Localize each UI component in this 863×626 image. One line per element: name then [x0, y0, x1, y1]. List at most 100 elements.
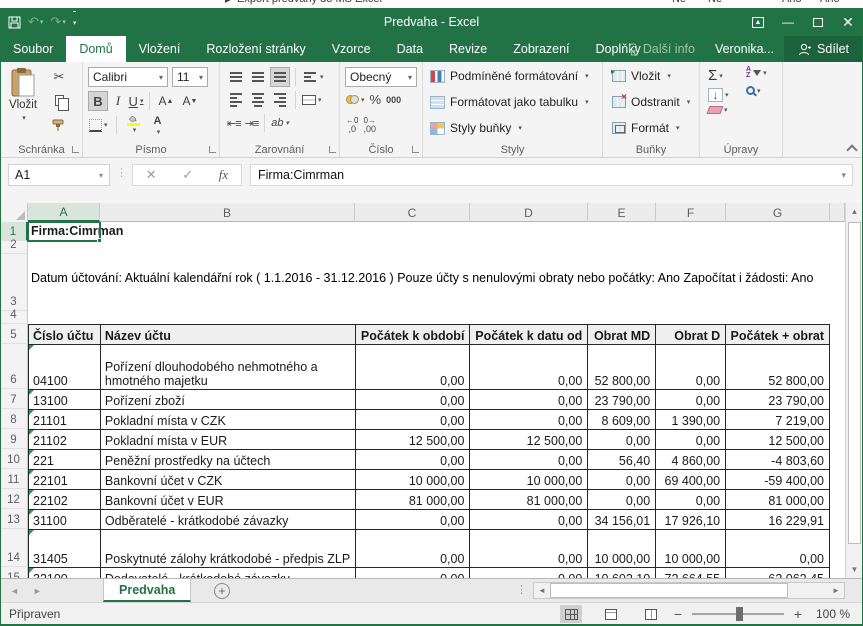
font-color-button[interactable]: A — [148, 115, 168, 135]
cell-pocatek-plus-obrat[interactable]: 0,00 — [726, 530, 830, 568]
number-format-select[interactable]: Obecný — [345, 67, 417, 87]
cell-pocatek-k-obdobi[interactable]: 10 000,00 — [356, 470, 471, 490]
cell-pocatek-k-datu-od[interactable]: 0,00 — [470, 530, 588, 568]
tell-me-button[interactable]: Další info — [618, 42, 705, 56]
align-center-icon[interactable] — [248, 90, 268, 110]
cell-account-name[interactable]: Poskytnuté zálohy krátkodobé - předpis Z… — [101, 530, 356, 568]
column-header-b[interactable]: B — [100, 203, 355, 222]
cell-pocatek-k-obdobi[interactable]: 0,00 — [356, 345, 471, 390]
number-dialog-launcher[interactable] — [412, 146, 419, 153]
align-right-icon[interactable] — [270, 90, 290, 110]
scroll-right-icon[interactable]: ► — [828, 583, 844, 598]
accounting-format-icon[interactable] — [345, 94, 366, 105]
zoom-in-button[interactable]: + — [792, 606, 804, 622]
paste-dropdown[interactable] — [20, 111, 26, 123]
cell-obrat-d[interactable]: 10 000,00 — [656, 530, 726, 568]
ribbon-display-options-button[interactable]: ▲ — [743, 8, 773, 36]
cell-pocatek-plus-obrat[interactable]: 52 800,00 — [726, 345, 830, 390]
cell-obrat-d[interactable]: 0,00 — [656, 430, 726, 450]
cell-pocatek-k-obdobi[interactable]: 0,00 — [356, 568, 471, 578]
row-header-15[interactable]: 15 — [0, 567, 28, 578]
decrease-decimal-icon[interactable]: 0→,00 — [362, 115, 377, 135]
row-header-4[interactable]: 4 — [0, 311, 28, 324]
cell-pocatek-plus-obrat[interactable]: 7 219,00 — [726, 410, 830, 430]
maximize-button[interactable] — [803, 8, 833, 36]
cell-styles-button[interactable]: Styly buňky — [426, 119, 526, 137]
cell-account-number[interactable]: 221 — [29, 450, 101, 470]
cell-account-name[interactable]: Odběratelé - krátkodobé závazky — [101, 510, 356, 530]
cell-obrat-md[interactable]: 0,00 — [588, 430, 656, 450]
clipboard-dialog-launcher[interactable] — [72, 146, 79, 153]
percent-style-button[interactable]: % — [369, 91, 383, 108]
row-header-11[interactable]: 11 — [0, 469, 28, 489]
cell-pocatek-k-obdobi[interactable]: 12 500,00 — [356, 430, 471, 450]
cell-pocatek-k-datu-od[interactable]: 0,00 — [470, 510, 588, 530]
grow-font-button[interactable]: A▲ — [155, 91, 177, 111]
header-cislo-uctu[interactable]: Číslo účtu — [29, 325, 101, 345]
horizontal-scrollbar[interactable]: ◄ ► — [533, 582, 845, 599]
cell-account-number[interactable]: 21101 — [29, 410, 101, 430]
cell-obrat-d[interactable]: 72 664,55 — [656, 568, 726, 578]
header-pocatek-plus-obrat[interactable]: Počátek + obrat — [726, 325, 830, 345]
cell-pocatek-k-obdobi[interactable]: 0,00 — [356, 390, 471, 410]
copy-button[interactable] — [47, 90, 71, 111]
bold-button[interactable]: B — [88, 91, 108, 111]
name-box[interactable]: A1 — [8, 164, 110, 186]
tab-zobrazeni[interactable]: Zobrazení — [500, 36, 582, 62]
row-header-7[interactable]: 7 — [0, 389, 28, 409]
close-button[interactable]: ✕ — [833, 8, 863, 36]
cell-obrat-md[interactable]: 56,40 — [588, 450, 656, 470]
tab-revize[interactable]: Revize — [436, 36, 500, 62]
sheet-tab-predvaha[interactable]: Predvaha — [103, 579, 191, 602]
cell-account-number[interactable]: 13100 — [29, 390, 101, 410]
shrink-font-button[interactable]: A▼ — [179, 91, 201, 111]
insert-function-icon[interactable]: fx — [219, 167, 228, 183]
cancel-icon[interactable]: ✕ — [146, 167, 157, 183]
row-header-9[interactable]: 9 — [0, 429, 28, 449]
cell-account-number[interactable]: 32100 — [29, 568, 101, 578]
tab-soubor[interactable]: Soubor — [0, 36, 66, 62]
cell-account-name[interactable]: Dodavatelé - krátkodobé závazky — [101, 568, 356, 578]
header-nazev-uctu[interactable]: Název účtu — [101, 325, 356, 345]
tab-vzorce[interactable]: Vzorce — [319, 36, 384, 62]
cell-pocatek-k-obdobi[interactable]: 0,00 — [356, 410, 471, 430]
cell-account-name[interactable]: Peněžní prostředky na účtech — [101, 450, 356, 470]
cell-account-name[interactable]: Bankovní účet v EUR — [101, 490, 356, 510]
cell-obrat-md[interactable]: 0,00 — [588, 490, 656, 510]
cut-button[interactable]: ✂ — [47, 66, 71, 87]
cell-pocatek-k-obdobi[interactable]: 0,00 — [356, 450, 471, 470]
scroll-up-icon[interactable]: ▲ — [846, 203, 863, 220]
cell-account-number[interactable]: 22101 — [29, 470, 101, 490]
format-as-table-button[interactable]: Formátovat jako tabulku — [426, 93, 593, 111]
cell-pocatek-plus-obrat[interactable]: 16 229,91 — [726, 510, 830, 530]
cell-account-number[interactable]: 04100 — [29, 345, 101, 390]
vertical-scrollbar[interactable]: ▲ ▼ — [845, 203, 863, 578]
merge-center-icon[interactable] — [301, 94, 323, 106]
cell-pocatek-k-datu-od[interactable]: 12 500,00 — [470, 430, 588, 450]
delete-cells-button[interactable]: Odstranit — [608, 93, 694, 111]
row-header-2[interactable]: 2 — [0, 241, 28, 254]
zoom-slider[interactable] — [692, 613, 784, 615]
format-cells-button[interactable]: Formát — [608, 119, 684, 137]
cell-account-number[interactable]: 21102 — [29, 430, 101, 450]
row-header-3[interactable]: 3 — [0, 254, 28, 311]
sheet-nav-left-icon[interactable]: ◄ — [10, 586, 19, 596]
decrease-indent-icon[interactable]: ⇤≡ — [226, 116, 242, 131]
cell-pocatek-plus-obrat[interactable]: 23 790,00 — [726, 390, 830, 410]
row-header-14[interactable]: 14 — [0, 529, 28, 567]
new-sheet-button[interactable]: + — [214, 583, 230, 599]
cell-obrat-d[interactable]: 0,00 — [656, 490, 726, 510]
sheet-grid[interactable]: 123456789101112131415 Firma:Cimrman Datu… — [0, 222, 845, 578]
sort-filter-button[interactable]: AZ — [746, 67, 767, 79]
cell-obrat-d[interactable]: 1 390,00 — [656, 410, 726, 430]
cell-pocatek-k-datu-od[interactable]: 0,00 — [470, 410, 588, 430]
cell-account-name[interactable]: Pokladní místa v EUR — [101, 430, 356, 450]
column-header-g[interactable]: G — [726, 203, 830, 222]
row-header-10[interactable]: 10 — [0, 449, 28, 469]
cell-pocatek-plus-obrat[interactable]: 12 500,00 — [726, 430, 830, 450]
cell-obrat-md[interactable]: 52 800,00 — [588, 345, 656, 390]
tab-rozlozeni-stranky[interactable]: Rozložení stránky — [193, 36, 318, 62]
underline-button[interactable]: U — [128, 91, 144, 111]
tab-vlozeni[interactable]: Vložení — [126, 36, 194, 62]
column-header-e[interactable]: E — [588, 203, 656, 222]
